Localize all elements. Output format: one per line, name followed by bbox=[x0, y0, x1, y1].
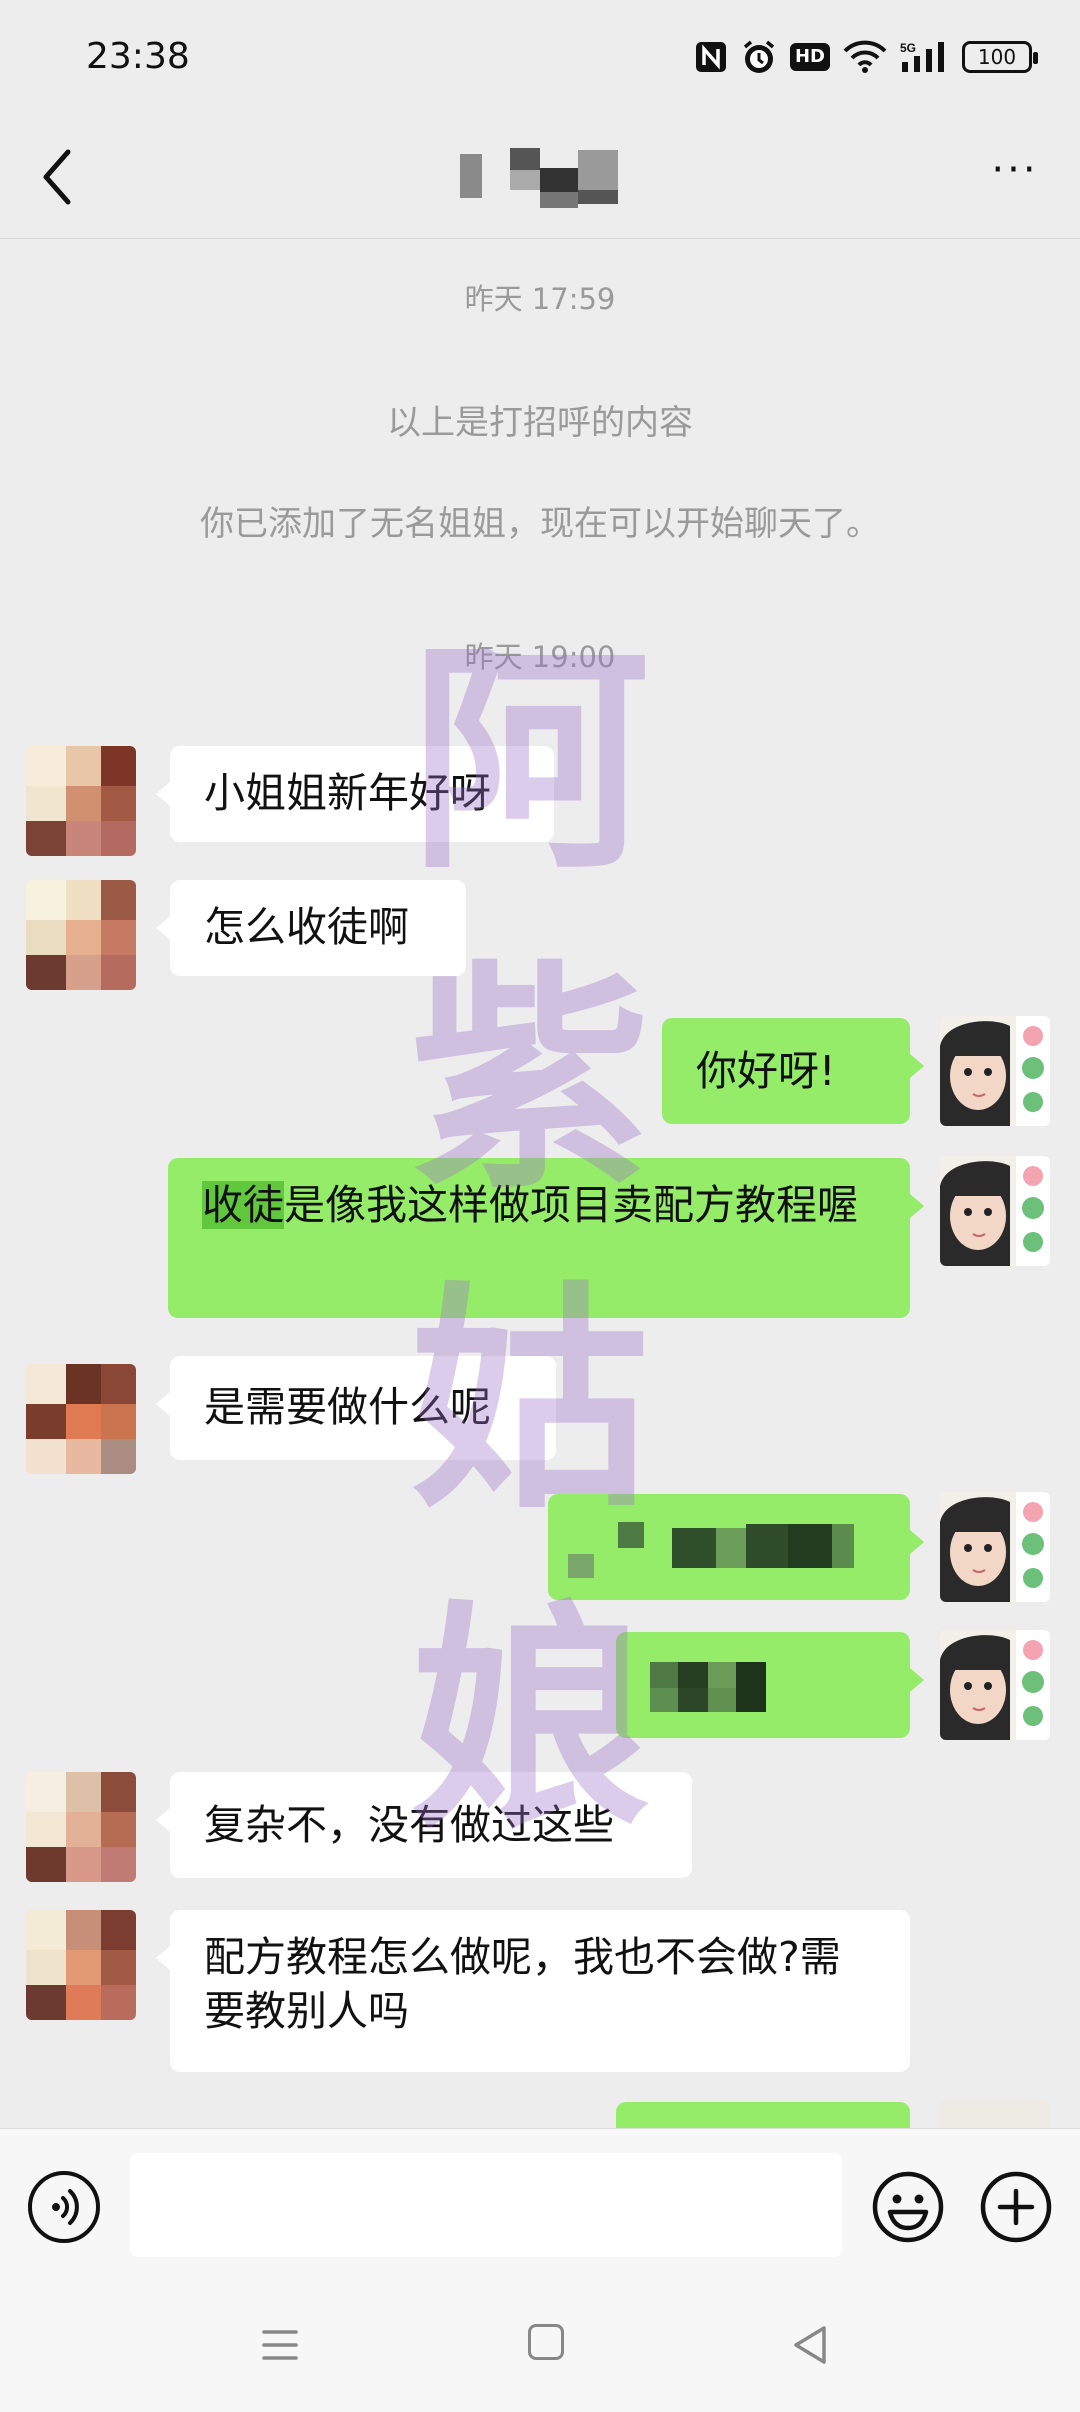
greeting-note: 以上是打招呼的内容 bbox=[387, 403, 693, 443]
avatar[interactable] bbox=[26, 880, 136, 990]
plus-icon[interactable] bbox=[978, 2169, 1054, 2245]
avatar[interactable] bbox=[26, 1910, 136, 2020]
avatar[interactable] bbox=[26, 1772, 136, 1882]
message-input[interactable] bbox=[130, 2153, 842, 2257]
watermark: 阿紫姑娘 bbox=[409, 619, 650, 1861]
my-avatar[interactable] bbox=[940, 1630, 1050, 1740]
signal-icon: 5G bbox=[900, 40, 950, 74]
hd-icon: HD bbox=[790, 43, 830, 71]
more-icon[interactable]: ··· bbox=[980, 150, 1050, 200]
emoji-icon[interactable] bbox=[870, 2169, 946, 2245]
voice-icon[interactable] bbox=[28, 2171, 100, 2243]
message-bubble-outgoing[interactable]: 你好呀! bbox=[662, 1018, 924, 1124]
avatar[interactable] bbox=[26, 1364, 136, 1474]
message-bubble-outgoing-partial[interactable] bbox=[616, 2102, 910, 2128]
wifi-icon bbox=[842, 40, 888, 74]
my-avatar[interactable] bbox=[940, 1156, 1050, 1266]
avatar[interactable] bbox=[26, 746, 136, 856]
my-avatar[interactable] bbox=[940, 2100, 1050, 2128]
alarm-icon bbox=[740, 38, 778, 76]
message-bubble-incoming[interactable]: 配方教程怎么做呢，我也不会做?需要教别人吗 bbox=[156, 1910, 910, 2072]
system-nav-bar bbox=[0, 2282, 1080, 2412]
home-icon[interactable] bbox=[528, 2324, 564, 2360]
highlighted-text: 收徒 bbox=[202, 1181, 284, 1229]
back-icon[interactable] bbox=[790, 2322, 830, 2368]
nfc-icon bbox=[694, 40, 728, 74]
status-bar: 23:38 HD 5G 100 bbox=[0, 0, 1080, 120]
status-time: 23:38 bbox=[86, 36, 190, 77]
chat-header: ··· bbox=[0, 120, 1080, 239]
my-avatar[interactable] bbox=[940, 1016, 1050, 1126]
battery-icon: 100 bbox=[962, 41, 1038, 73]
added-friend-note: 你已添加了无名姐姐，现在可以开始聊天了。 bbox=[200, 504, 880, 544]
timestamp: 昨天 17:59 bbox=[464, 282, 616, 316]
menu-icon[interactable] bbox=[260, 2322, 300, 2368]
chat-input-bar bbox=[0, 2128, 1080, 2283]
my-avatar[interactable] bbox=[940, 1492, 1050, 1602]
chat-title-redacted bbox=[460, 148, 630, 208]
network-type-label: 5G bbox=[900, 41, 916, 55]
status-icons: HD 5G 100 bbox=[694, 38, 1038, 76]
chevron-left-icon[interactable] bbox=[36, 142, 82, 212]
